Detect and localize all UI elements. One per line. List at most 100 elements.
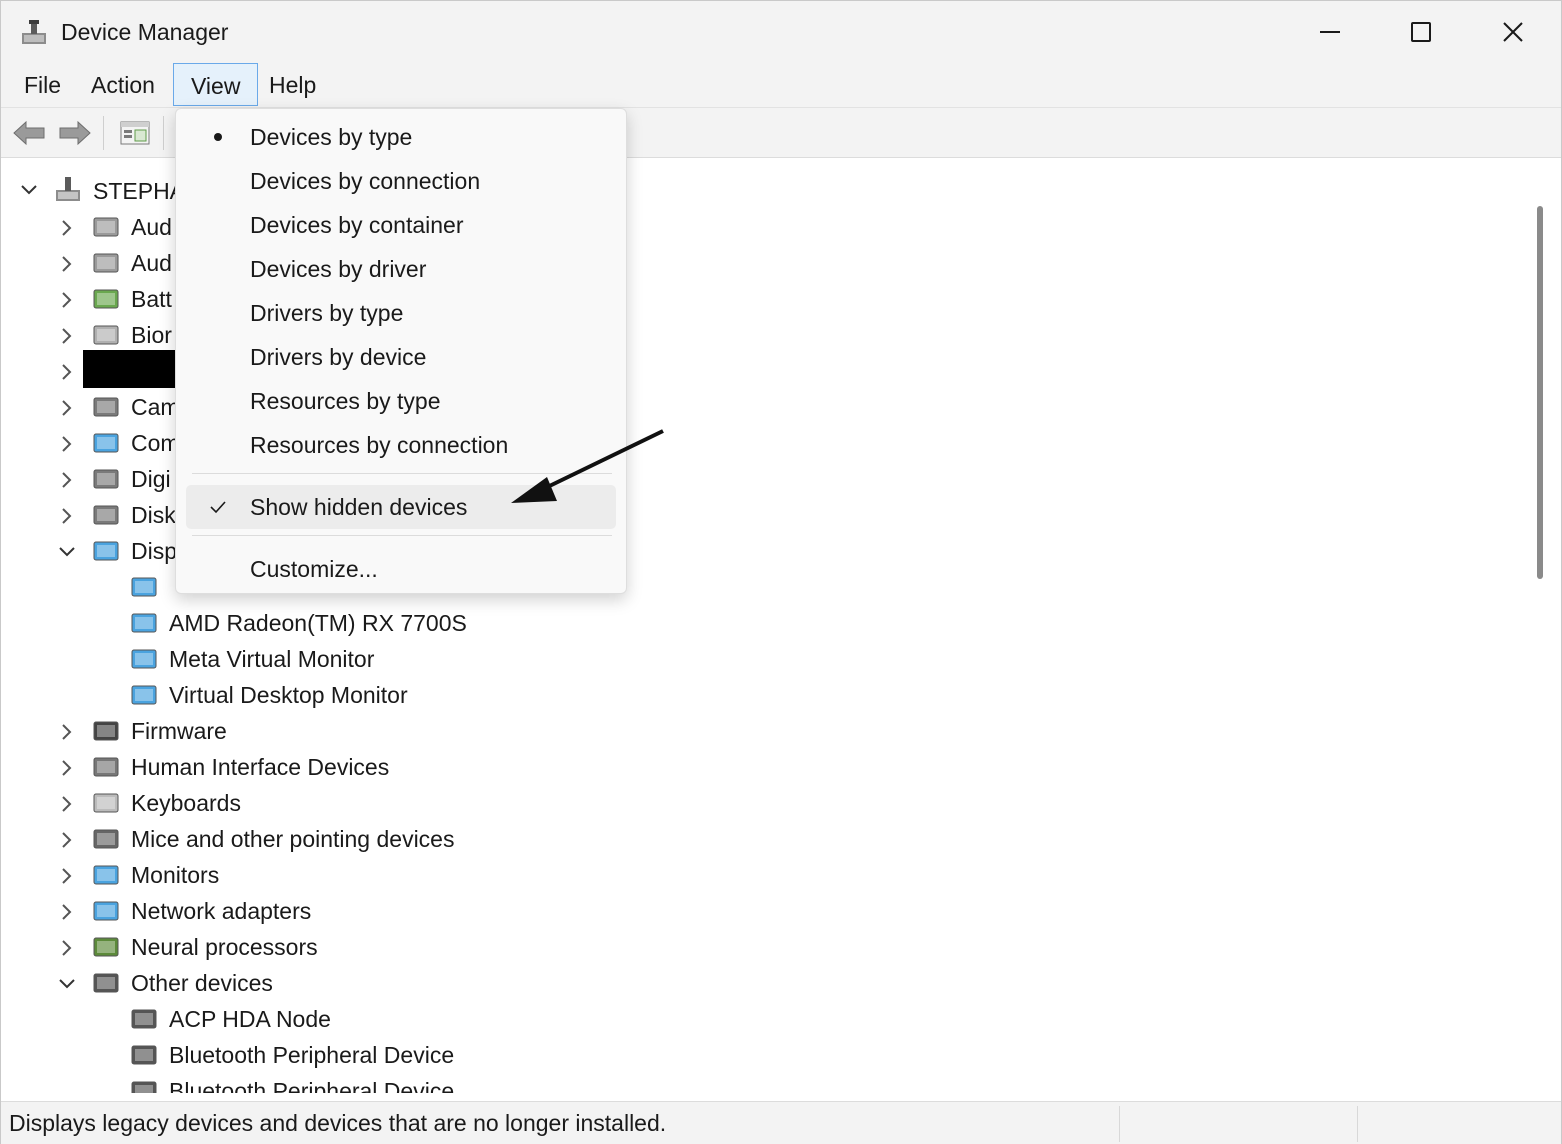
collapse-chevron[interactable] — [57, 974, 77, 994]
menu-view[interactable]: View — [173, 63, 259, 106]
tree-row-label[interactable]: Monitors — [131, 862, 219, 889]
tree-row-label[interactable]: Cam — [131, 394, 180, 421]
status-text: Displays legacy devices and devices that… — [9, 1110, 667, 1136]
menu-item-view-option[interactable]: Devices by container — [186, 203, 616, 247]
menu-item-view-option[interactable]: Drivers by type — [186, 291, 616, 335]
forward-button[interactable] — [55, 116, 95, 150]
tree-row-label[interactable]: Com — [131, 430, 180, 457]
tree-child-label[interactable]: Virtual Desktop Monitor — [169, 682, 408, 709]
forward-arrow-icon — [59, 120, 91, 146]
expand-chevron[interactable] — [57, 254, 77, 274]
chevron-down-icon — [59, 979, 75, 989]
expand-chevron[interactable] — [57, 362, 77, 382]
vertical-scrollbar[interactable] — [1525, 171, 1561, 1093]
menu-item-label: Devices by container — [250, 212, 464, 238]
minimize-icon — [1320, 31, 1340, 33]
keyboard-icon — [93, 793, 119, 813]
tree-row-label[interactable]: Aud — [131, 250, 172, 277]
tree-row-label[interactable]: Digi — [131, 466, 171, 493]
chevron-right-icon — [62, 292, 72, 308]
tree-root-label[interactable]: STEPHA — [93, 178, 185, 205]
expand-chevron[interactable] — [57, 326, 77, 346]
status-divider — [1357, 1106, 1358, 1142]
redacted-block — [83, 350, 179, 388]
chevron-right-icon — [62, 472, 72, 488]
properties-button[interactable] — [115, 116, 155, 150]
expand-chevron[interactable] — [57, 506, 77, 526]
expand-chevron[interactable] — [57, 722, 77, 742]
collapse-chevron[interactable] — [19, 180, 39, 200]
menu-item-label: Drivers by device — [250, 344, 427, 370]
toolbar-separator — [103, 116, 104, 150]
scrollbar-thumb[interactable] — [1537, 206, 1543, 579]
tree-child-label[interactable]: Bluetooth Peripheral Device — [169, 1078, 454, 1093]
camera-icon — [93, 397, 119, 417]
checkmark-icon — [206, 495, 230, 519]
tree-row-label[interactable]: Other devices — [131, 970, 273, 997]
menu-item-view-option[interactable]: Resources by type — [186, 379, 616, 423]
chevron-right-icon — [62, 724, 72, 740]
expand-chevron[interactable] — [57, 434, 77, 454]
maximize-icon — [1411, 22, 1431, 42]
menu-item-label: Resources by connection — [250, 432, 509, 458]
menu-item-view-option[interactable]: Devices by type — [186, 115, 616, 159]
chevron-right-icon — [62, 760, 72, 776]
tree-row-label[interactable]: Aud — [131, 214, 172, 241]
tree-row-label[interactable]: Neural processors — [131, 934, 318, 961]
menu-item-view-option[interactable]: Devices by driver — [186, 247, 616, 291]
tree-child-label[interactable]: AMD Radeon(TM) RX 7700S — [169, 610, 467, 637]
tree-row-label[interactable]: Disk — [131, 502, 176, 529]
menu-action[interactable]: Action — [74, 63, 172, 105]
tree-row-label[interactable]: Network adapters — [131, 898, 311, 925]
computer-icon — [56, 177, 80, 201]
properties-icon — [120, 121, 150, 145]
tree-row-label[interactable]: Human Interface Devices — [131, 754, 389, 781]
menu-item-view-option[interactable]: Devices by connection — [186, 159, 616, 203]
close-button[interactable] — [1467, 1, 1559, 63]
display-adapter-icon — [131, 613, 157, 633]
neural-processor-icon — [93, 937, 119, 957]
toolbar-separator — [163, 116, 164, 150]
expand-chevron[interactable] — [57, 398, 77, 418]
tree-row-label[interactable]: Batt — [131, 286, 172, 313]
expand-chevron[interactable] — [57, 866, 77, 886]
expand-chevron[interactable] — [57, 938, 77, 958]
disk-drive-icon — [93, 505, 119, 525]
tree-row-label[interactable]: Firmware — [131, 718, 227, 745]
tree-row-label[interactable]: Disp — [131, 538, 177, 565]
tree-row-label[interactable]: Bior — [131, 322, 172, 349]
tree-row-label[interactable]: Mice and other pointing devices — [131, 826, 454, 853]
tree-row-label[interactable]: Keyboards — [131, 790, 241, 817]
menu-item-label: Devices by driver — [250, 256, 427, 282]
chevron-right-icon — [62, 796, 72, 812]
tree-child-label[interactable]: ACP HDA Node — [169, 1006, 331, 1033]
maximize-button[interactable] — [1375, 1, 1467, 63]
menu-item-label: Devices by type — [250, 124, 413, 150]
menu-item-customize[interactable]: Customize... — [186, 547, 616, 591]
expand-chevron[interactable] — [57, 794, 77, 814]
tree-child-label[interactable]: Bluetooth Peripheral Device — [169, 1042, 454, 1069]
expand-chevron[interactable] — [57, 758, 77, 778]
menu-separator — [192, 535, 612, 536]
back-button[interactable] — [9, 116, 49, 150]
chevron-down-icon — [21, 185, 37, 195]
expand-chevron[interactable] — [57, 218, 77, 238]
minimize-button[interactable] — [1284, 1, 1376, 63]
window-title: Device Manager — [61, 19, 229, 45]
menu-file[interactable]: File — [7, 63, 78, 105]
menu-item-label: Resources by type — [250, 388, 441, 414]
menu-item-view-option[interactable]: Drivers by device — [186, 335, 616, 379]
network-adapter-icon — [93, 901, 119, 921]
expand-chevron[interactable] — [57, 902, 77, 922]
title-bar: Device Manager — [1, 1, 1561, 63]
expand-chevron[interactable] — [57, 290, 77, 310]
menu-help[interactable]: Help — [252, 63, 333, 105]
close-icon — [1503, 22, 1523, 42]
tree-child-label[interactable]: Meta Virtual Monitor — [169, 646, 374, 673]
expand-chevron[interactable] — [57, 830, 77, 850]
status-bar: Displays legacy devices and devices that… — [1, 1101, 1561, 1144]
disk-drive-icon — [93, 469, 119, 489]
collapse-chevron[interactable] — [57, 542, 77, 562]
computer-icon — [93, 433, 119, 453]
expand-chevron[interactable] — [57, 470, 77, 490]
